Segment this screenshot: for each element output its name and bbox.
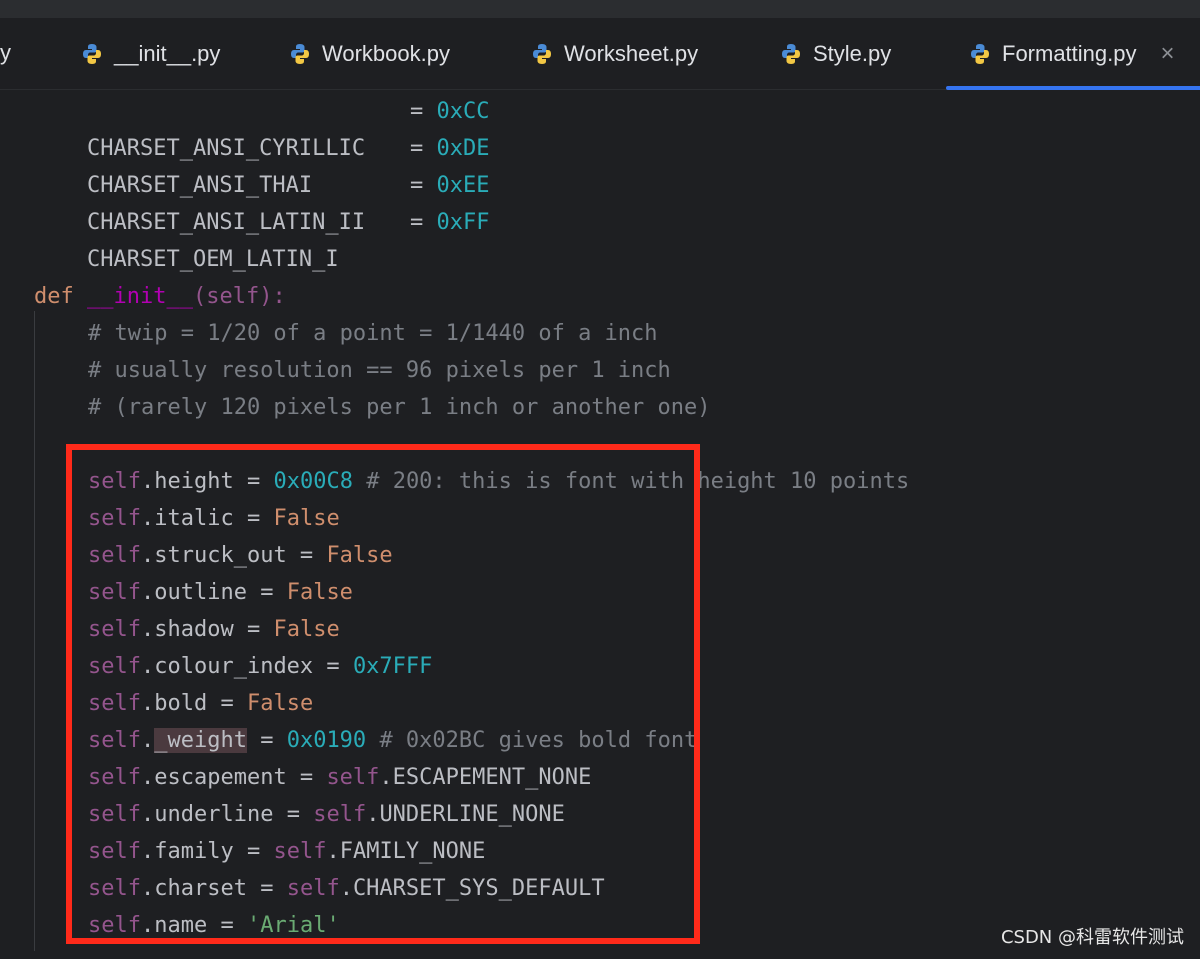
attr-name: colour_index	[154, 654, 314, 679]
attr-value: ESCAPEMENT_NONE	[392, 765, 592, 790]
attr-value: CHARSET_SYS_DEFAULT	[352, 876, 605, 901]
window-top-strip	[0, 0, 1200, 18]
function-params: (self):	[192, 284, 286, 309]
attr-value: False	[326, 543, 393, 568]
constant-value: 0xFF	[436, 210, 490, 235]
attr-name: italic	[154, 506, 234, 531]
tab-worksheet-py[interactable]: Worksheet.py	[530, 18, 698, 90]
inline-comment: # 200: this is font with height 10 point…	[366, 469, 910, 494]
attr-name: name	[154, 913, 208, 938]
attr-value: False	[273, 506, 340, 531]
attr-name: underline	[154, 802, 274, 827]
code-line: self.bold = False	[88, 691, 314, 716]
code-line: self.charset = self.CHARSET_SYS_DEFAULT	[88, 876, 605, 901]
code-line: self.outline = False	[88, 580, 353, 605]
close-tab-icon[interactable]: ×	[1161, 40, 1175, 68]
constant-value: 0xDE	[436, 136, 490, 161]
code-line: CHARSET_ANSI_CYRILLIC	[34, 93, 365, 161]
editor-tab-bar: y __init__.py Workbook.py Worksheet.py S…	[0, 18, 1200, 90]
attr-value: False	[246, 691, 314, 716]
attr-value: False	[273, 617, 340, 642]
attr-value: FAMILY_NONE	[339, 839, 486, 864]
code-line: = 0xEE	[410, 173, 490, 198]
constant-value: 0xCC	[436, 99, 490, 124]
code-line: CHARSET_ANSI_THAI	[34, 130, 312, 198]
code-editor[interactable]: CHARSET_ANSI_CYRILLIC = 0xCC CHARSET_ANS…	[0, 91, 1200, 959]
attr-name: escapement	[154, 765, 287, 790]
tab-label: Formatting.py	[1002, 41, 1137, 66]
attr-value: UNDERLINE_NONE	[379, 802, 565, 827]
code-line: self.struck_out = False	[88, 543, 393, 568]
attr-value: 0x0190	[286, 728, 367, 753]
code-line: self.name = 'Arial'	[88, 913, 340, 938]
code-comment: # twip = 1/20 of a point = 1/1440 of a i…	[88, 321, 658, 346]
tab-formatting-py[interactable]: Formatting.py ×	[946, 18, 1200, 90]
constant-value: 0xEE	[436, 173, 490, 198]
tab-label: __init__.py	[114, 41, 221, 66]
code-line: self.height = 0x00C8 # 200: this is font…	[88, 469, 910, 494]
code-line: CHARSET_ANSI_LATIN_II	[34, 167, 365, 235]
python-file-icon	[83, 44, 101, 64]
attr-name: height	[154, 469, 234, 494]
tab-init-py[interactable]: __init__.py	[80, 18, 220, 90]
attr-name: shadow	[154, 617, 234, 642]
code-line: self._weight = 0x0190 # 0x02BC gives bol…	[88, 728, 698, 753]
code-comment: # (rarely 120 pixels per 1 inch or anoth…	[88, 395, 711, 420]
code-line: = 0xDE	[410, 136, 490, 161]
attr-name-highlighted: _weight	[154, 728, 247, 753]
tab-style-py[interactable]: Style.py	[779, 18, 891, 90]
code-comment: # usually resolution == 96 pixels per 1 …	[88, 358, 671, 383]
tab-label: Style.py	[813, 41, 892, 66]
inline-comment: # 0x02BC gives bold font	[379, 728, 698, 753]
tab-label: Workbook.py	[322, 41, 450, 66]
attr-value: False	[286, 580, 353, 605]
python-file-icon	[533, 44, 551, 64]
def-keyword: def	[34, 284, 74, 309]
function-name: __init__	[87, 284, 193, 309]
code-line: CHARSET_OEM_LATIN_I	[34, 204, 339, 272]
python-file-icon	[782, 44, 800, 64]
attr-value: 'Arial'	[246, 913, 340, 938]
constant-name: CHARSET_OEM_LATIN_I	[86, 247, 339, 272]
attr-name: outline	[154, 580, 247, 605]
code-line-def: def __init__(self):	[34, 278, 286, 315]
code-line: self.shadow = False	[88, 617, 340, 642]
attr-name: family	[154, 839, 234, 864]
code-line: = 0xFF	[410, 210, 490, 235]
code-line: self.escapement = self.ESCAPEMENT_NONE	[88, 765, 592, 790]
code-line: self.family = self.FAMILY_NONE	[88, 839, 486, 864]
attr-value: 0x7FFF	[352, 654, 433, 679]
indent-guide	[34, 311, 35, 951]
code-line: self.italic = False	[88, 506, 340, 531]
python-file-icon	[971, 44, 989, 64]
watermark: CSDN @科雷软件测试	[1000, 927, 1184, 948]
tab-workbook-py[interactable]: Workbook.py	[288, 18, 450, 90]
code-line: = 0xCC	[410, 99, 490, 124]
attr-name: bold	[154, 691, 208, 716]
code-line: self.underline = self.UNDERLINE_NONE	[88, 802, 565, 827]
attr-value: 0x00C8	[273, 469, 353, 494]
attr-name: charset	[154, 876, 247, 901]
clipped-tab-fragment[interactable]: y	[0, 40, 11, 66]
tab-label: Worksheet.py	[564, 41, 699, 66]
python-file-icon	[291, 44, 309, 64]
code-line: self.colour_index = 0x7FFF	[88, 654, 433, 679]
attr-name: struck_out	[154, 543, 287, 568]
